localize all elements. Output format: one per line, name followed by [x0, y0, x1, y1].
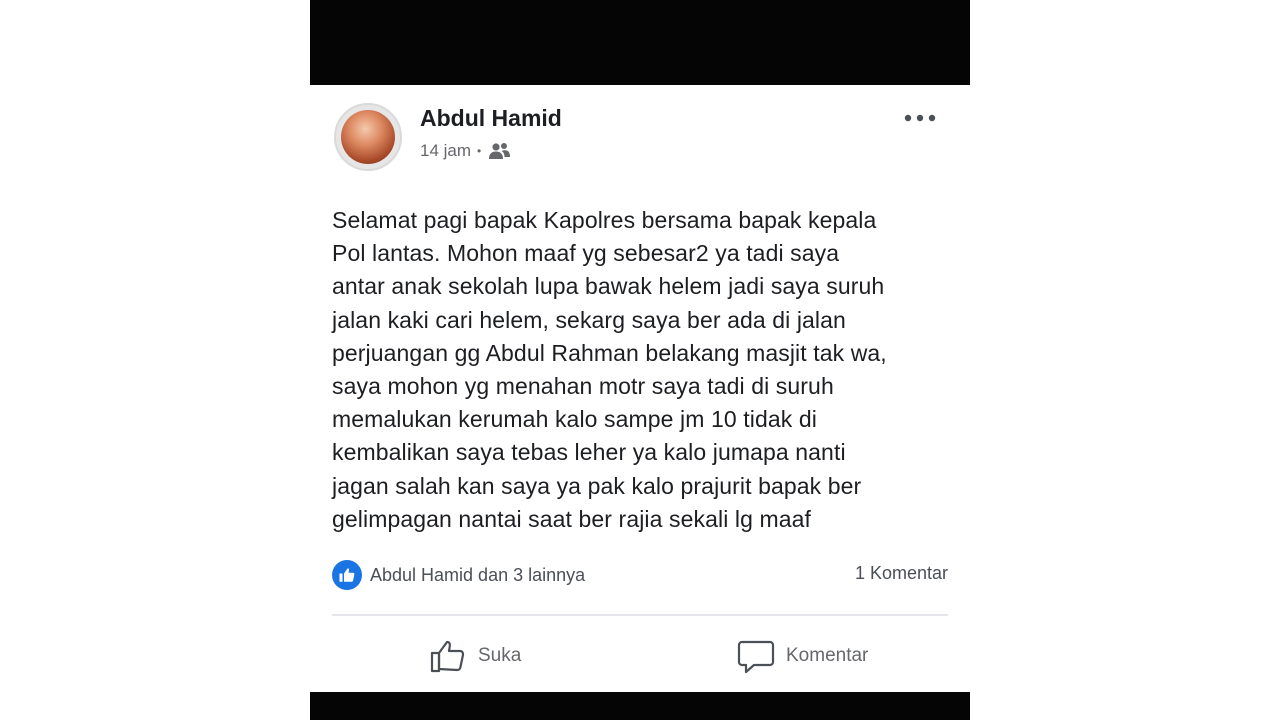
comment-count[interactable]: 1 Komentar: [855, 563, 948, 584]
post-text: Selamat pagi bapak Kapolres bersama bapa…: [332, 207, 887, 532]
friends-icon[interactable]: [487, 141, 511, 161]
comment-icon: [737, 640, 775, 674]
like-reaction-icon: [332, 560, 362, 590]
bottom-black-bar: [310, 692, 970, 720]
like-button[interactable]: Suka: [428, 636, 521, 676]
author-name[interactable]: Abdul Hamid: [420, 105, 562, 132]
reaction-summary-text: Abdul Hamid dan 3 lainnya: [370, 564, 586, 585]
screenshot-frame: Abdul Hamid 14 jam • Selamat pagi bapak …: [310, 0, 970, 720]
top-black-bar: [310, 0, 970, 85]
comment-button[interactable]: Komentar: [736, 636, 868, 676]
thumbs-up-icon: [430, 640, 465, 673]
avatar-photo: [341, 110, 395, 164]
comment-button-label: Komentar: [786, 645, 869, 666]
action-divider: [332, 614, 948, 616]
reaction-summary[interactable]: Abdul Hamid dan 3 lainnya: [332, 560, 585, 590]
more-options-icon[interactable]: [902, 104, 938, 132]
like-button-label: Suka: [478, 645, 522, 666]
post-meta: 14 jam •: [420, 141, 511, 161]
post-time[interactable]: 14 jam: [420, 141, 471, 161]
meta-separator: •: [477, 144, 482, 158]
avatar[interactable]: [334, 103, 402, 171]
